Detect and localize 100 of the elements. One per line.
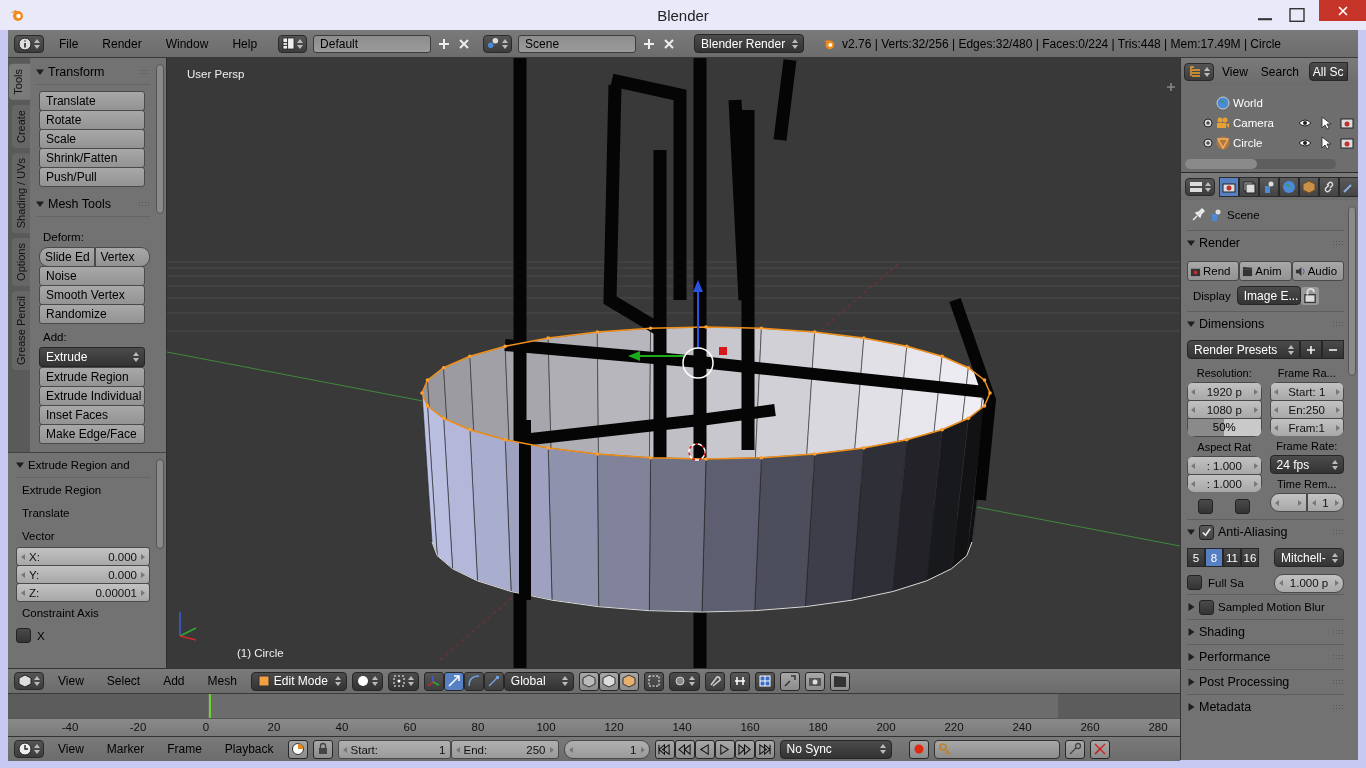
checkbox[interactable] [16,628,31,643]
drag-grip-icon[interactable] [1333,679,1344,685]
display-dropdown[interactable]: Image E... [1236,286,1301,305]
lock-icon[interactable] [1300,286,1319,305]
left-arrow-icon[interactable] [1311,499,1317,506]
panel-title[interactable]: Shading [1199,625,1245,639]
outliner-filter-dropdown[interactable]: All Sc [1308,62,1348,81]
collapse-triangle-icon[interactable] [1187,239,1195,247]
number-field[interactable]: 1080 p [1187,400,1262,419]
menu-item[interactable]: Frame [158,742,211,756]
outliner-item[interactable]: Circle [1233,137,1291,149]
expand-icon[interactable] [1203,118,1213,128]
scene-field[interactable]: Scene [518,34,637,53]
number-field[interactable]: : 1.000 [1187,456,1262,475]
left-arrow-icon[interactable] [1274,499,1280,506]
panel-title[interactable]: Extrude Region and [28,459,130,471]
panel-title[interactable]: Transform [48,65,105,79]
editor-type-button[interactable] [14,34,44,53]
right-arrow-icon[interactable] [140,571,145,578]
panel-title[interactable]: Render [1199,236,1240,250]
expand-triangle-icon[interactable] [1187,703,1195,711]
tool-shelf-tab[interactable]: Tools [9,64,30,100]
close-button[interactable] [1319,0,1366,21]
render-animation-button[interactable] [829,671,850,691]
tool-button[interactable]: Extrude Individual [39,386,145,406]
editor-type-button[interactable] [1185,177,1215,196]
properties-tab[interactable] [1259,176,1279,197]
number-field[interactable]: En:250 [1269,400,1344,419]
drag-grip-icon[interactable] [1333,654,1344,660]
tool-button[interactable]: Noise [39,266,145,286]
tool-button[interactable]: Inset Faces [39,405,145,425]
tool-button[interactable]: Translate [39,91,145,111]
menu-item[interactable]: View [1217,64,1253,79]
screen-layout-button[interactable] [278,34,308,53]
drag-grip-icon[interactable] [139,201,150,207]
play-button[interactable] [714,739,735,759]
right-arrow-icon[interactable] [1335,406,1340,413]
plus-icon[interactable] [1166,82,1176,92]
orientation-dropdown[interactable]: Global [503,671,574,691]
cursor-arrow-icon[interactable] [1319,116,1333,130]
number-field[interactable]: Z: 0.00001 [16,583,150,602]
menu-item[interactable]: Mesh [198,674,246,688]
filter-dropdown[interactable]: Mitchell- [1274,548,1344,567]
tool-button[interactable]: Slide Ed [39,247,95,267]
left-arrow-icon[interactable] [21,571,26,578]
percentage-slider[interactable]: 50% [1187,418,1262,437]
tool-button[interactable]: Smooth Vertex [39,285,145,305]
sample-count-option[interactable]: 5 [1187,548,1205,567]
left-arrow-icon[interactable] [1273,424,1279,431]
right-arrow-icon[interactable] [1252,406,1258,413]
collapse-triangle-icon[interactable] [1187,528,1195,536]
number-field[interactable]: 1920 p [1187,382,1262,401]
editor-type-button[interactable] [14,740,44,758]
eye-icon[interactable] [1298,116,1312,130]
right-arrow-icon[interactable] [140,589,145,596]
collapse-triangle-icon[interactable] [36,200,44,208]
properties-tab[interactable] [1319,176,1339,197]
menu-item[interactable]: Select [97,674,150,688]
sample-count-option[interactable]: 8 [1205,548,1223,567]
frame-rate-dropdown[interactable]: 24 fps [1269,455,1344,474]
ring-mesh-drawing[interactable] [420,58,997,668]
drag-grip-icon[interactable] [1333,629,1344,635]
right-arrow-icon[interactable] [1334,499,1339,506]
tool-button[interactable]: Make Edge/Face [39,424,145,444]
properties-tab[interactable] [1339,176,1358,197]
jump-to-start-button[interactable] [654,739,675,759]
number-field[interactable]: Fram:1 [1269,418,1344,436]
preview-range-button[interactable] [287,739,308,759]
close-icon[interactable] [457,36,472,51]
lock-button[interactable] [312,739,333,759]
insert-keyframe-button[interactable] [1064,739,1085,759]
camera-icon[interactable] [1340,116,1354,130]
number-field[interactable]: 1.000 p [1274,573,1344,593]
eye-icon[interactable] [1298,136,1312,150]
play-reverse-button[interactable] [694,739,715,759]
left-arrow-icon[interactable] [1191,406,1196,413]
menu-item[interactable]: Add [154,674,194,688]
expand-icon[interactable] [1203,138,1213,148]
menu-item[interactable]: File [50,36,88,51]
render-button[interactable]: Rend [1187,261,1240,281]
menu-item[interactable]: Window [156,36,218,51]
close-icon[interactable] [662,36,677,51]
proportional-edit-dropdown[interactable] [668,671,700,691]
number-field[interactable]: 1 [1306,493,1344,512]
snap-element-button[interactable] [729,671,750,691]
sample-count-option[interactable]: 16 [1241,548,1259,567]
editor-type-button[interactable] [14,672,44,690]
properties-tab[interactable] [1219,176,1239,197]
face-select-button[interactable] [618,671,639,691]
previous-keyframe-button[interactable] [674,739,695,759]
scene-button[interactable] [483,34,513,53]
properties-tab[interactable] [1299,176,1319,197]
left-arrow-icon[interactable] [21,589,26,596]
right-arrow-icon[interactable] [1252,462,1258,469]
editor-type-button[interactable] [1184,62,1214,81]
camera-icon[interactable] [1340,136,1354,150]
outliner-item[interactable]: Camera [1233,117,1291,129]
left-arrow-icon[interactable] [1279,580,1284,586]
panel-title[interactable]: Post Processing [1199,675,1290,689]
menu-item[interactable]: Playback [215,742,283,756]
